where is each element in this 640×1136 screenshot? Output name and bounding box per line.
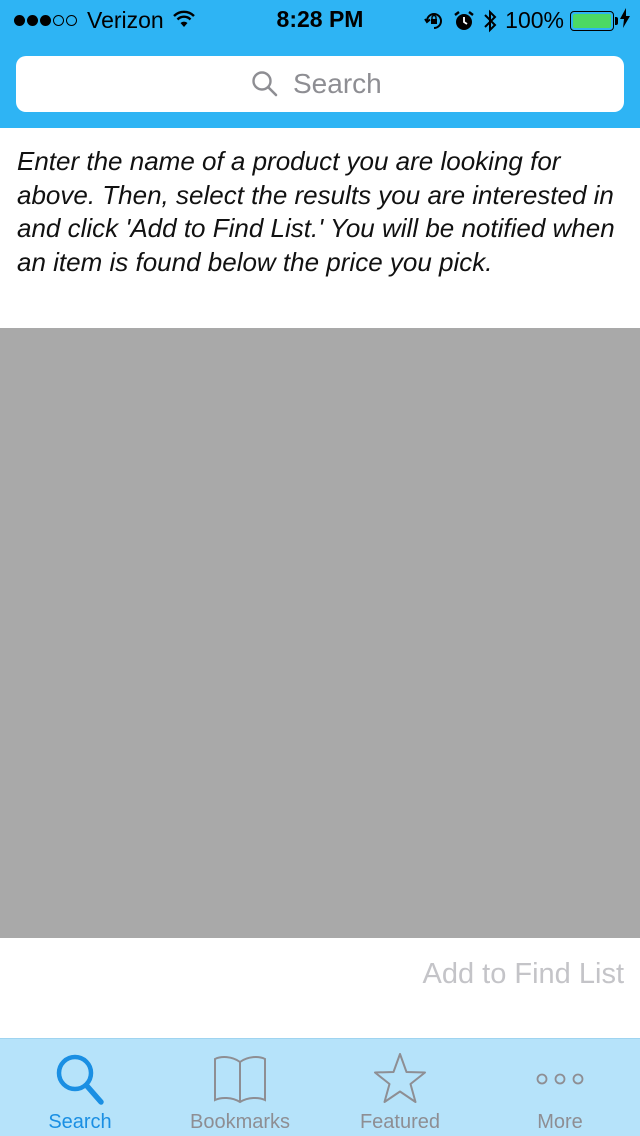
header: Verizon 8:28 PM 100% Search [0, 0, 640, 128]
search-icon [0, 1049, 160, 1109]
bluetooth-icon [483, 9, 497, 33]
search-input[interactable] [293, 68, 389, 100]
battery-icon [570, 10, 618, 31]
tab-more[interactable]: More [480, 1039, 640, 1136]
book-icon [160, 1049, 320, 1109]
alarm-icon [453, 10, 475, 32]
tab-bookmarks[interactable]: Bookmarks [160, 1039, 320, 1136]
orientation-lock-icon [423, 10, 445, 32]
search-icon [251, 70, 279, 98]
battery-percent: 100% [505, 7, 564, 33]
tab-featured[interactable]: Featured [320, 1039, 480, 1136]
status-right: 100% [423, 7, 630, 34]
status-bar: Verizon 8:28 PM 100% [0, 0, 640, 40]
add-to-find-list-button[interactable]: Add to Find List [423, 958, 625, 991]
tab-label: More [537, 1111, 583, 1133]
tab-label: Bookmarks [189, 1111, 291, 1133]
battery-cap [615, 16, 618, 25]
tab-label: Featured [359, 1111, 441, 1133]
tab-bar: Search Bookmarks Featured More [0, 1038, 640, 1136]
tab-label: Search [48, 1111, 112, 1133]
charging-icon [620, 7, 630, 34]
tab-search[interactable]: Search [0, 1039, 160, 1136]
results-area [0, 328, 640, 938]
star-icon [320, 1049, 480, 1109]
more-icon [480, 1049, 640, 1109]
instructions-text: Enter the name of a product you are look… [17, 146, 615, 277]
search-bar[interactable] [16, 56, 624, 112]
battery-level-fill [573, 13, 611, 28]
